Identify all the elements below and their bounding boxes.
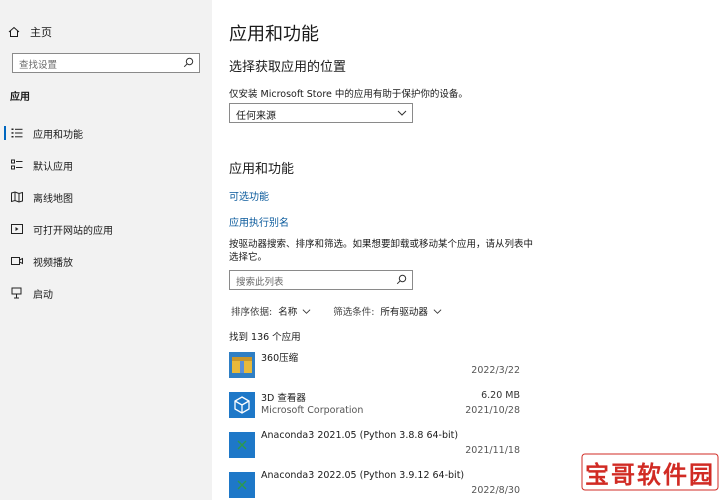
chevron-down-icon[interactable] [433,307,442,316]
sidebar-item-label: 视频播放 [33,257,73,269]
sort-filter-bar: 排序依据: 名称 筛选条件: 所有驱动器 [231,304,464,318]
app-install-date: 2022/3/22 [471,365,520,376]
main-content: 应用和功能 选择获取应用的位置 仅安装 Microsoft Store 中的应用… [212,0,727,500]
home-link[interactable]: 主页 [8,22,52,42]
sidebar-item-startup[interactable]: 启动 [0,281,212,305]
sidebar-item-label: 离线地图 [33,193,73,205]
watermark-text: 宝哥软件园 [585,461,715,489]
app-list-search-input[interactable]: 搜索此列表 [229,270,413,290]
sidebar-item-offline-maps[interactable]: 离线地图 [0,185,212,209]
install-source-description: 仅安装 Microsoft Store 中的应用有助于保护你的设备。 [229,89,468,100]
sidebar-item-label: 默认应用 [33,161,73,173]
filter-dropdown[interactable]: 所有驱动器 [380,304,428,318]
search-icon [396,274,407,285]
video-playback-icon [10,254,24,268]
app-name: Anaconda3 2021.05 (Python 3.8.8 64-bit) [261,430,459,441]
apps-features-icon [10,126,24,140]
sidebar-section-label: 应用 [10,92,30,103]
search-icon [183,57,194,68]
installer-icon [229,472,255,498]
install-source-heading: 选择获取应用的位置 [229,60,347,75]
sidebar-item-video-playback[interactable]: 视频播放 [0,249,212,273]
installer-icon [229,432,255,458]
app-size: 6.20 MB [481,390,520,401]
app-execution-alias-link[interactable]: 应用执行别名 [229,214,289,229]
app-install-date: 2022/8/30 [471,485,520,496]
settings-search-placeholder: 查找设置 [19,60,58,71]
archive-icon [229,352,255,378]
offline-maps-icon [10,190,24,204]
app-install-date: 2021/10/28 [465,405,520,416]
install-source-value: 任何来源 [236,111,276,122]
sort-label: 排序依据: [231,307,273,318]
chevron-down-icon [397,110,407,116]
apps-features-heading: 应用和功能 [229,162,295,177]
search-description: 按驱动器搜索、排序和筛选。如果想要卸载或移动某个应用，请从列表中选择它。 [229,239,534,263]
app-name: 360压缩 [261,353,299,364]
startup-icon [10,286,24,300]
sidebar-item-apps-features[interactable]: 应用和功能 [0,121,212,145]
home-icon [8,26,20,37]
app-list-item[interactable]: 360压缩 2022/3/22 [229,348,529,388]
app-list-item[interactable]: 3D 查看器 Microsoft Corporation 6.20 MB 202… [229,388,529,428]
app-list-item[interactable]: Anaconda3 2021.05 (Python 3.8.8 64-bit) … [229,428,529,468]
apps-for-websites-icon [10,222,24,236]
sidebar-item-default-apps[interactable]: 默认应用 [0,153,212,177]
sidebar-item-label: 应用和功能 [33,129,83,141]
page-title: 应用和功能 [229,24,319,45]
app-list-search-placeholder: 搜索此列表 [236,277,284,288]
settings-search-input[interactable]: 查找设置 [12,53,200,73]
app-publisher: Microsoft Corporation [261,405,364,416]
app-count: 找到 136 个应用 [229,332,301,343]
sidebar: 主页 查找设置 应用 应用和功能 默认应用 离线地图 可打开网站的应用 视频播放… [0,0,212,500]
sidebar-item-label: 可打开网站的应用 [33,225,113,237]
chevron-down-icon[interactable] [302,307,311,316]
default-apps-icon [10,158,24,172]
install-source-dropdown[interactable]: 任何来源 [229,103,413,123]
sidebar-item-label: 启动 [33,289,53,301]
filter-label: 筛选条件: [333,307,375,318]
app-list-item[interactable]: Anaconda3 2022.05 (Python 3.9.12 64-bit)… [229,468,529,500]
app-name: Anaconda3 2022.05 (Python 3.9.12 64-bit) [261,470,465,481]
optional-features-link[interactable]: 可选功能 [229,188,269,203]
app-install-date: 2021/11/18 [465,445,520,456]
3d-viewer-icon [229,392,255,418]
sidebar-item-apps-for-websites[interactable]: 可打开网站的应用 [0,217,212,241]
app-name: 3D 查看器 [261,393,306,404]
sort-dropdown[interactable]: 名称 [278,304,297,318]
home-label: 主页 [30,26,52,39]
